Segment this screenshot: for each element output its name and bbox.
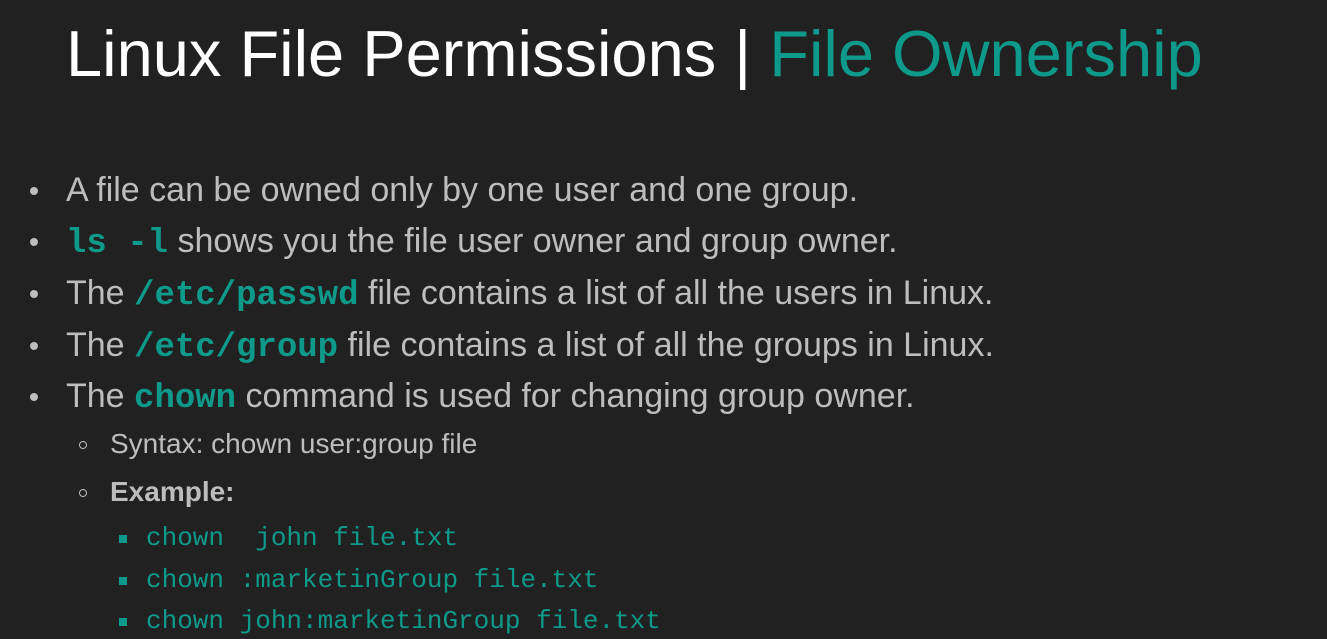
example-item: chown john:marketinGroup file.txt [119,605,661,637]
bullet-list: A file can be owned only by one user and… [0,0,1327,639]
bullet-text: file contains a list of all the groups i… [338,326,994,364]
syntax-text: Syntax: chown user:group file [110,428,478,459]
hollow-circle-icon [79,489,87,497]
bullet-item-ls: ls -l shows you the file user owner and … [30,221,898,264]
example-code: chown john:marketinGroup file.txt [146,606,661,636]
bullet-dot-icon [30,290,38,298]
bullet-prefix: The [66,326,135,364]
code-passwd: /etc/passwd [134,277,359,315]
example-label: Example: [110,476,235,507]
sub-item-syntax: Syntax: chown user:group file [79,426,478,462]
bullet-text: A file can be owned only by one user and… [66,171,859,209]
example-code: chown john file.txt [146,523,459,553]
sub-item-example: Example: [79,474,235,510]
bullet-text: command is used for changing group owner… [236,377,915,415]
bullet-item-ownership: A file can be owned only by one user and… [30,170,859,210]
bullet-text: file contains a list of all the users in… [358,274,994,312]
example-code: chown :marketinGroup file.txt [146,565,599,595]
bullet-dot-icon [30,238,38,246]
code-ls: ls -l [66,225,169,263]
bullet-item-passwd: The /etc/passwd file contains a list of … [30,273,994,316]
bullet-prefix: The [66,377,135,415]
square-bullet-icon [119,577,127,585]
hollow-circle-icon [79,441,87,449]
bullet-item-group: The /etc/group file contains a list of a… [30,325,994,368]
code-chown: chown [134,380,237,418]
bullet-dot-icon [30,342,38,350]
example-item: chown :marketinGroup file.txt [119,564,599,596]
example-item: chown john file.txt [119,522,459,554]
square-bullet-icon [119,618,127,626]
bullet-dot-icon [30,393,38,401]
square-bullet-icon [119,535,127,543]
bullet-text: shows you the file user owner and group … [168,222,898,260]
code-group: /etc/group [134,329,339,367]
bullet-prefix: The [66,274,135,312]
bullet-dot-icon [30,187,38,195]
bullet-item-chown: The chown command is used for changing g… [30,376,915,419]
